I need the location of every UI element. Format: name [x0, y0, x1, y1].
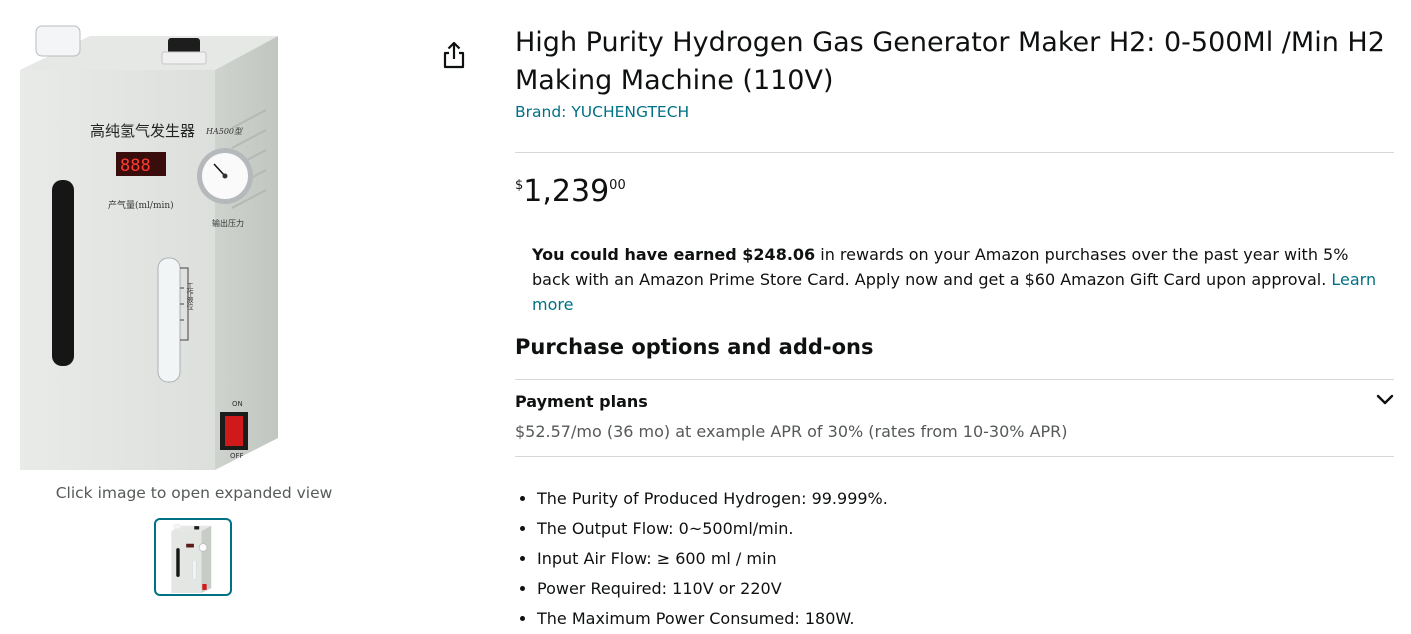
feature-item: The Purity of Produced Hydrogen: 99.999%…	[537, 484, 888, 514]
feature-item: Input Air Flow: ≥ 600 ml / min	[537, 544, 888, 574]
flow-label: 产气量(ml/min)	[108, 199, 174, 211]
rewards-amount: You could have earned $248.06	[532, 245, 816, 264]
price-fraction: 00	[609, 178, 626, 193]
image-thumbnail[interactable]	[154, 518, 232, 596]
price-symbol: $	[515, 178, 524, 193]
level-label: 工作液位	[186, 282, 194, 310]
feature-item: Power Required: 110V or 220V	[537, 574, 888, 604]
product-image[interactable]: 高纯氢气发生器 HA500型 888 产气量(ml/min) 输出压力 工作液位…	[20, 18, 300, 470]
display-digits: 888	[120, 156, 151, 176]
rewards-offer: You could have earned $248.06 in rewards…	[532, 242, 1382, 317]
feature-item: The Maximum Power Consumed: 180W.	[537, 604, 888, 634]
switch-on-label: ON	[232, 400, 243, 408]
gauge-label: 输出压力	[212, 218, 244, 228]
product-title: High Purity Hydrogen Gas Generator Maker…	[515, 27, 1385, 96]
image-gallery: 高纯氢气发生器 HA500型 888 产气量(ml/min) 输出压力 工作液位…	[0, 0, 400, 633]
chevron-down-icon[interactable]	[1375, 392, 1395, 408]
price-whole: 1,239	[523, 174, 610, 209]
divider	[515, 456, 1394, 457]
device-model: HA500型	[205, 127, 243, 136]
brand-link[interactable]: Brand: YUCHENGTECH	[515, 103, 689, 121]
thumbnail-image	[171, 524, 212, 593]
feature-item: The Output Flow: 0~500ml/min.	[537, 514, 888, 544]
divider	[515, 152, 1394, 153]
device-label: 高纯氢气发生器	[90, 122, 195, 140]
share-icon[interactable]	[440, 40, 468, 70]
image-caption: Click image to open expanded view	[55, 484, 333, 502]
purchase-options-heading: Purchase options and add-ons	[515, 335, 874, 359]
payment-plans-detail: $52.57/mo (36 mo) at example APR of 30% …	[515, 422, 1068, 441]
switch-off-label: OFF	[230, 452, 244, 460]
divider	[515, 379, 1394, 380]
price: $1,23900	[515, 172, 626, 212]
feature-bullets: The Purity of Produced Hydrogen: 99.999%…	[515, 484, 888, 634]
payment-plans-title[interactable]: Payment plans	[515, 392, 648, 411]
